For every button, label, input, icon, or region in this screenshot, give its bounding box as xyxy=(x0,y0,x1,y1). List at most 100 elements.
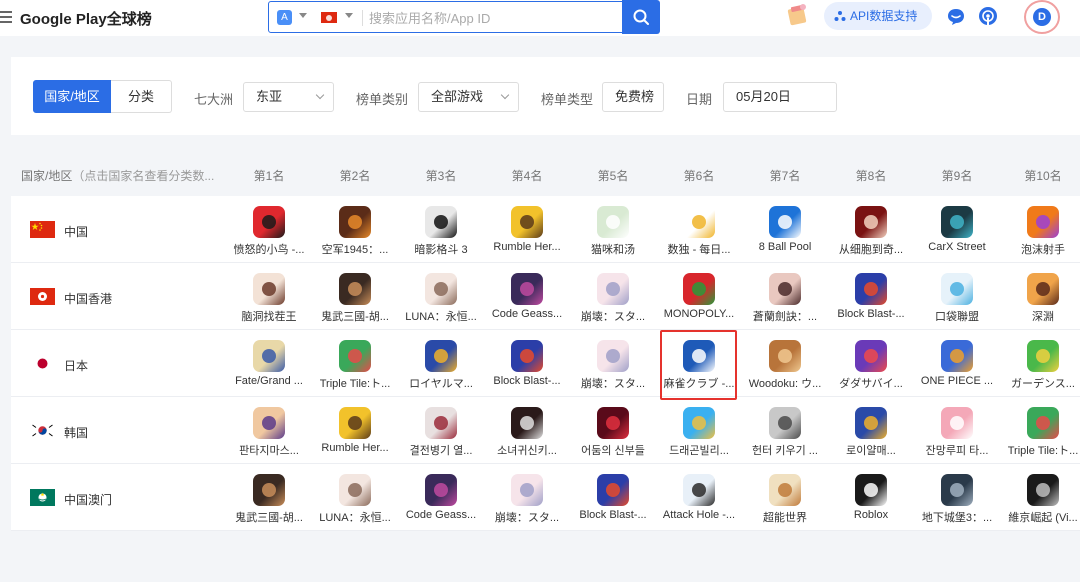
app-name[interactable]: 泡沫射手 xyxy=(1002,241,1080,257)
app-cell[interactable]: Woodoku: ウ... xyxy=(742,330,828,397)
app-cell[interactable]: 超能世界 xyxy=(742,464,828,531)
warrior-icon[interactable] xyxy=(339,273,371,305)
app-name[interactable]: Woodoku: ウ... xyxy=(744,375,826,391)
user-avatar[interactable]: D xyxy=(1024,0,1060,34)
app-name[interactable]: 深淵 xyxy=(1002,308,1080,324)
app-name[interactable]: ONE PIECE ... xyxy=(916,375,998,387)
onepiece-icon[interactable] xyxy=(941,340,973,372)
app-name[interactable]: 口袋聯盟 xyxy=(916,308,998,324)
app-cell[interactable]: 8 Ball Pool xyxy=(742,196,828,263)
app-name[interactable]: 猫咪和汤 xyxy=(572,241,654,257)
app-name[interactable]: 로이얄매... xyxy=(830,442,912,458)
app-cell[interactable]: MONOPOLY... xyxy=(656,263,742,330)
loopy-icon[interactable] xyxy=(941,407,973,439)
app-name[interactable]: ガーデンス... xyxy=(1002,375,1080,391)
cat-icon[interactable] xyxy=(597,206,629,238)
sword-girl-icon[interactable] xyxy=(769,273,801,305)
chevron-down-icon[interactable] xyxy=(299,13,307,18)
app-name[interactable]: 地下城堡3：... xyxy=(916,509,998,525)
dungeon-icon[interactable] xyxy=(941,474,973,506)
plane-icon[interactable] xyxy=(339,206,371,238)
app-cell[interactable]: 鬼武三國-胡... xyxy=(226,464,312,531)
app-cell[interactable]: ダダサバイ... xyxy=(828,330,914,397)
date-picker[interactable]: 05月20日 xyxy=(723,82,837,112)
app-name[interactable]: 麻雀クラブ -... xyxy=(658,375,740,391)
app-cell[interactable]: LUNA：永恒... xyxy=(398,263,484,330)
app-name[interactable]: Fate/Grand ... xyxy=(228,375,310,387)
abyss-icon[interactable] xyxy=(1027,273,1059,305)
app-cell[interactable]: 口袋聯盟 xyxy=(914,263,1000,330)
app-name[interactable]: Rumble Her... xyxy=(314,442,396,454)
mahjong-icon[interactable] xyxy=(683,340,715,372)
app-cell[interactable]: LUNA：永恒... xyxy=(312,464,398,531)
anime-icon[interactable] xyxy=(597,340,629,372)
girl-icon[interactable] xyxy=(253,273,285,305)
tab-category[interactable]: 分类 xyxy=(111,80,172,113)
app-cell[interactable]: CarX Street xyxy=(914,196,1000,263)
app-cell[interactable]: 暗影格斗 3 xyxy=(398,196,484,263)
monopoly-icon[interactable] xyxy=(683,273,715,305)
ninja-icon[interactable] xyxy=(425,206,457,238)
app-cell[interactable]: Rumble Her... xyxy=(484,196,570,263)
broadcast-icon[interactable] xyxy=(978,6,998,28)
app-name[interactable]: MONOPOLY... xyxy=(658,308,740,320)
app-name[interactable]: 崩壊：スタ... xyxy=(486,509,568,525)
app-cell[interactable]: Roblox xyxy=(828,464,914,531)
garden-icon[interactable] xyxy=(1027,340,1059,372)
luna-icon[interactable] xyxy=(425,273,457,305)
tile-icon[interactable] xyxy=(339,340,371,372)
app-name[interactable]: Code Geass... xyxy=(486,308,568,320)
chat-icon[interactable] xyxy=(946,7,966,27)
heroes-icon[interactable] xyxy=(511,206,543,238)
block-icon[interactable] xyxy=(855,273,887,305)
heroes-icon[interactable] xyxy=(339,407,371,439)
app-cell[interactable]: 어둠의 신부들 xyxy=(570,397,656,464)
tab-region[interactable]: 国家/地区 xyxy=(33,80,111,113)
app-cell[interactable]: ガーデンス... xyxy=(1000,330,1080,397)
block-icon[interactable] xyxy=(597,474,629,506)
chevron-down-icon[interactable] xyxy=(345,13,353,18)
survivor-icon[interactable] xyxy=(855,340,887,372)
app-cell[interactable]: Attack Hole -... xyxy=(656,464,742,531)
country-name-link[interactable]: 中国澳门 xyxy=(64,491,112,508)
country-name-link[interactable]: 日本 xyxy=(64,357,88,374)
app-store-icon[interactable]: A xyxy=(277,10,292,25)
super-icon[interactable] xyxy=(769,474,801,506)
app-name[interactable]: 소녀귀신키... xyxy=(486,442,568,458)
bubble-icon[interactable] xyxy=(1027,206,1059,238)
geass-icon[interactable] xyxy=(511,273,543,305)
app-cell[interactable]: 麻雀クラブ -... xyxy=(656,330,742,397)
search-button[interactable] xyxy=(622,0,660,34)
app-cell[interactable]: 잔망루피 타... xyxy=(914,397,1000,464)
app-name[interactable]: 결전병기 열... xyxy=(400,442,482,458)
tile-icon[interactable] xyxy=(1027,407,1059,439)
menu-icon[interactable] xyxy=(0,11,12,23)
app-name[interactable]: Code Geass... xyxy=(400,509,482,521)
chart-type-select[interactable]: 免费榜 xyxy=(602,82,664,112)
app-name[interactable]: 数独 - 每日... xyxy=(658,241,740,257)
app-name[interactable]: 헌터 키우기 ... xyxy=(744,442,826,458)
app-name[interactable]: ダダサバイ... xyxy=(830,375,912,391)
app-name[interactable]: 崩壊：スタ... xyxy=(572,308,654,324)
app-cell[interactable]: 崩壊：スタ... xyxy=(570,330,656,397)
app-name[interactable]: Block Blast-... xyxy=(572,509,654,521)
app-cell[interactable]: ONE PIECE ... xyxy=(914,330,1000,397)
country-name-link[interactable]: 中国香港 xyxy=(64,290,112,307)
app-cell[interactable]: 深淵 xyxy=(1000,263,1080,330)
royal-icon[interactable] xyxy=(855,407,887,439)
app-cell[interactable]: 鬼武三國-胡... xyxy=(312,263,398,330)
anime-icon[interactable] xyxy=(597,273,629,305)
app-cell[interactable]: 판타지마스... xyxy=(226,397,312,464)
hong-kong-flag-icon[interactable] xyxy=(321,12,337,23)
angry-bird-icon[interactable] xyxy=(253,206,285,238)
app-cell[interactable]: 蒼蘭劍訣：... xyxy=(742,263,828,330)
anime-icon[interactable] xyxy=(511,474,543,506)
app-name[interactable]: LUNA：永恒... xyxy=(400,308,482,324)
luna-icon[interactable] xyxy=(339,474,371,506)
app-name[interactable]: 어둠의 신부들 xyxy=(572,442,654,458)
app-name[interactable]: Block Blast-... xyxy=(830,308,912,320)
app-cell[interactable]: Block Blast-... xyxy=(828,263,914,330)
app-cell[interactable]: 泡沫射手 xyxy=(1000,196,1080,263)
app-name[interactable]: 蒼蘭劍訣：... xyxy=(744,308,826,324)
app-cell[interactable]: 崩壊：スタ... xyxy=(570,263,656,330)
